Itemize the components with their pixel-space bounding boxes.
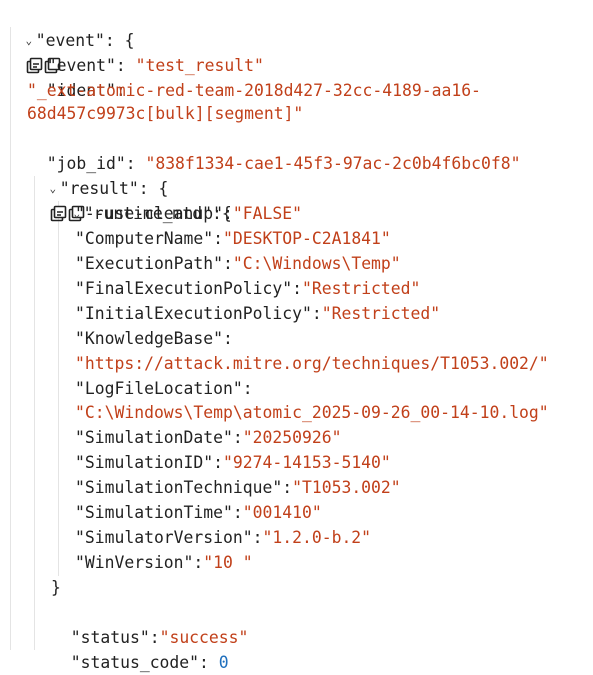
json-row: "ComputerName":"DESKTOP-C2A1841" — [75, 229, 391, 248]
json-row: "WinVersion":"10 " — [75, 553, 253, 572]
json-row: "SimulationDate":"20250926" — [75, 428, 342, 447]
json-row: "LogFileLocation": — [75, 379, 253, 398]
json-string-value: "https://attack.mitre.org/techniques/T10… — [75, 354, 549, 373]
json-close-brace: } — [51, 578, 61, 597]
json-node-event-root: ⌄ "event": { — [2, 3, 134, 74]
json-row: "SimulatorVersion":"1.2.0-b.2" — [75, 528, 372, 547]
json-string-value: "838f1334-cae1-45f3-97ac-2c0b4f6bc0f8" — [145, 154, 521, 173]
indent-guide-result — [34, 176, 35, 650]
json-string-value: "Restricted" — [321, 304, 441, 323]
json-row: "KnowledgeBase": — [75, 329, 233, 348]
json-row: "--use-cleanup":"FALSE" — [75, 204, 302, 223]
json-string-value: "Restricted" — [301, 279, 421, 298]
json-number-value: 0 — [218, 653, 229, 672]
json-row-event: "event": "test_result" — [46, 56, 264, 75]
json-row-status: "status":"success" — [70, 628, 249, 647]
json-row-job-id: "job_id": "838f1334-cae1-45f3-97ac-2c0b4… — [46, 154, 521, 173]
json-string-value: "FALSE" — [232, 204, 302, 223]
json-string-value-cont: 68d457c9973c[bulk][segment]" — [27, 104, 304, 123]
json-string-value: "C:\Windows\Temp\atomic_2025-09-26_00-14… — [75, 403, 549, 422]
json-string-value: "DESKTOP-C2A1841" — [223, 229, 391, 248]
json-string-value: "20250926" — [242, 428, 342, 447]
json-row: "SimulationID":"9274-14153-5140" — [75, 453, 391, 472]
json-key: "status_code" — [70, 653, 200, 672]
json-string-value: "9274-14153-5140" — [223, 453, 391, 472]
json-string-value: "10 " — [203, 553, 253, 572]
json-row: "SimulationTechnique":"T1053.002" — [75, 478, 401, 497]
json-string-value: "_ext-atomic-red-team-2018d427-32cc-4189… — [27, 81, 481, 100]
json-row-status-code: "status_code": 0 — [70, 653, 229, 672]
json-string-value: "C:\Windows\Temp" — [232, 254, 401, 273]
json-node-result: ⌄ "result": { — [26, 151, 168, 222]
json-node-runtime-mtd: ⌄ "runtime_mtd":{ — [50, 176, 231, 223]
json-row: "FinalExecutionPolicy":"Restricted" — [75, 279, 421, 298]
json-string-value: "1.2.0-b.2" — [262, 528, 372, 547]
json-row: "SimulationTime":"001410" — [75, 503, 322, 522]
json-string-value: "001410" — [242, 503, 322, 522]
json-row-ident: "ident": — [46, 81, 126, 100]
json-string-value: "test_result" — [135, 56, 264, 75]
json-row: "InitialExecutionPolicy":"Restricted" — [75, 304, 441, 323]
indent-guide-runtime — [58, 201, 59, 576]
json-string-value: "T1053.002" — [292, 478, 401, 497]
json-row: "ExecutionPath":"C:\Windows\Temp" — [75, 254, 401, 273]
indent-guide-root — [10, 27, 11, 650]
